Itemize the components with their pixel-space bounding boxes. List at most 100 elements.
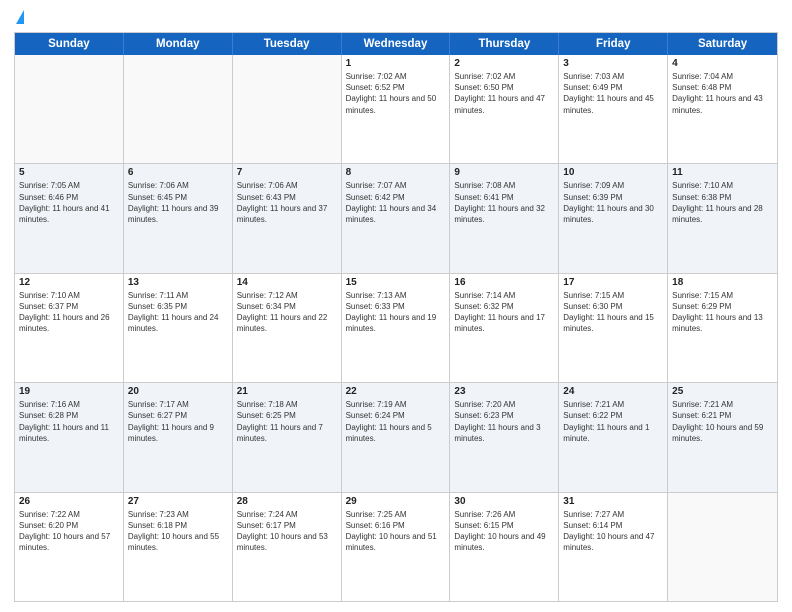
calendar-week-5: 26 Sunrise: 7:22 AMSunset: 6:20 PMDayligh…: [15, 492, 777, 601]
day-info: Sunrise: 7:24 AMSunset: 6:17 PMDaylight:…: [237, 509, 337, 554]
day-number: 26: [19, 496, 119, 507]
day-info: Sunrise: 7:15 AMSunset: 6:29 PMDaylight:…: [672, 290, 773, 335]
day-cell-3: 3 Sunrise: 7:03 AMSunset: 6:49 PMDaylight…: [559, 55, 668, 163]
day-number: 22: [346, 386, 446, 397]
day-info: Sunrise: 7:17 AMSunset: 6:27 PMDaylight:…: [128, 399, 228, 444]
day-number: 17: [563, 277, 663, 288]
day-info: Sunrise: 7:11 AMSunset: 6:35 PMDaylight:…: [128, 290, 228, 335]
day-cell-4: 4Sunrise: 7:04 AMSunset: 6:48 PMDaylight…: [668, 55, 777, 163]
day-number: 2: [454, 58, 554, 69]
day-number: 19: [19, 386, 119, 397]
day-info: Sunrise: 7:18 AMSunset: 6:25 PMDaylight:…: [237, 399, 337, 444]
logo: [14, 10, 24, 24]
day-cell-14: 14 Sunrise: 7:12 AMSunset: 6:34 PMDayligh…: [233, 274, 342, 382]
day-info: Sunrise: 7:07 AMSunset: 6:42 PMDaylight:…: [346, 180, 446, 225]
day-cell-30: 30 Sunrise: 7:26 AMSunset: 6:15 PMDayligh…: [450, 493, 559, 601]
day-cell-16: 16 Sunrise: 7:14 AMSunset: 6:32 PMDayligh…: [450, 274, 559, 382]
day-number: 30: [454, 496, 554, 507]
day-cell-27: 27 Sunrise: 7:23 AMSunset: 6:18 PMDayligh…: [124, 493, 233, 601]
day-info: Sunrise: 7:22 AMSunset: 6:20 PMDaylight:…: [19, 509, 119, 554]
day-cell-10: 10 Sunrise: 7:09 AMSunset: 6:39 PMDayligh…: [559, 164, 668, 272]
day-cell-23: 23Sunrise: 7:20 AMSunset: 6:23 PMDayligh…: [450, 383, 559, 491]
day-info: Sunrise: 7:21 AMSunset: 6:21 PMDaylight:…: [672, 399, 773, 444]
day-info: Sunrise: 7:21 AMSunset: 6:22 PMDaylight:…: [563, 399, 663, 444]
day-info: Sunrise: 7:10 AMSunset: 6:38 PMDaylight:…: [672, 180, 773, 225]
day-info: Sunrise: 7:12 AMSunset: 6:34 PMDaylight:…: [237, 290, 337, 335]
day-info: Sunrise: 7:19 AMSunset: 6:24 PMDaylight:…: [346, 399, 446, 444]
empty-cell: [15, 55, 124, 163]
day-number: 18: [672, 277, 773, 288]
day-number: 5: [19, 167, 119, 178]
calendar-body: 1 Sunrise: 7:02 AMSunset: 6:52 PMDaylight…: [15, 55, 777, 601]
day-cell-21: 21 Sunrise: 7:18 AMSunset: 6:25 PMDayligh…: [233, 383, 342, 491]
day-of-week-wednesday: Wednesday: [342, 33, 451, 55]
day-info: Sunrise: 7:03 AMSunset: 6:49 PMDaylight:…: [563, 71, 663, 116]
day-of-week-saturday: Saturday: [668, 33, 777, 55]
day-cell-28: 28 Sunrise: 7:24 AMSunset: 6:17 PMDayligh…: [233, 493, 342, 601]
calendar: SundayMondayTuesdayWednesdayThursdayFrid…: [14, 32, 778, 602]
day-cell-31: 31Sunrise: 7:27 AMSunset: 6:14 PMDayligh…: [559, 493, 668, 601]
calendar-week-4: 19Sunrise: 7:16 AMSunset: 6:28 PMDayligh…: [15, 382, 777, 491]
day-info: Sunrise: 7:04 AMSunset: 6:48 PMDaylight:…: [672, 71, 773, 116]
day-cell-29: 29Sunrise: 7:25 AMSunset: 6:16 PMDayligh…: [342, 493, 451, 601]
day-info: Sunrise: 7:13 AMSunset: 6:33 PMDaylight:…: [346, 290, 446, 335]
day-of-week-thursday: Thursday: [450, 33, 559, 55]
day-cell-25: 25 Sunrise: 7:21 AMSunset: 6:21 PMDayligh…: [668, 383, 777, 491]
day-info: Sunrise: 7:02 AMSunset: 6:50 PMDaylight:…: [454, 71, 554, 116]
day-number: 8: [346, 167, 446, 178]
day-info: Sunrise: 7:23 AMSunset: 6:18 PMDaylight:…: [128, 509, 228, 554]
calendar-week-1: 1 Sunrise: 7:02 AMSunset: 6:52 PMDaylight…: [15, 55, 777, 163]
day-number: 11: [672, 167, 773, 178]
day-info: Sunrise: 7:26 AMSunset: 6:15 PMDaylight:…: [454, 509, 554, 554]
day-info: Sunrise: 7:06 AMSunset: 6:45 PMDaylight:…: [128, 180, 228, 225]
day-number: 10: [563, 167, 663, 178]
day-info: Sunrise: 7:10 AMSunset: 6:37 PMDaylight:…: [19, 290, 119, 335]
day-cell-11: 11 Sunrise: 7:10 AMSunset: 6:38 PMDayligh…: [668, 164, 777, 272]
day-cell-13: 13 Sunrise: 7:11 AMSunset: 6:35 PMDayligh…: [124, 274, 233, 382]
day-cell-2: 2 Sunrise: 7:02 AMSunset: 6:50 PMDaylight…: [450, 55, 559, 163]
day-cell-15: 15 Sunrise: 7:13 AMSunset: 6:33 PMDayligh…: [342, 274, 451, 382]
day-number: 27: [128, 496, 228, 507]
day-number: 9: [454, 167, 554, 178]
day-info: Sunrise: 7:14 AMSunset: 6:32 PMDaylight:…: [454, 290, 554, 335]
day-number: 23: [454, 386, 554, 397]
day-cell-1: 1 Sunrise: 7:02 AMSunset: 6:52 PMDaylight…: [342, 55, 451, 163]
day-number: 7: [237, 167, 337, 178]
day-of-week-tuesday: Tuesday: [233, 33, 342, 55]
day-number: 25: [672, 386, 773, 397]
day-cell-12: 12Sunrise: 7:10 AMSunset: 6:37 PMDayligh…: [15, 274, 124, 382]
day-of-week-friday: Friday: [559, 33, 668, 55]
day-number: 15: [346, 277, 446, 288]
day-number: 16: [454, 277, 554, 288]
day-number: 21: [237, 386, 337, 397]
day-number: 13: [128, 277, 228, 288]
header: [14, 10, 778, 24]
day-cell-17: 17 Sunrise: 7:15 AMSunset: 6:30 PMDayligh…: [559, 274, 668, 382]
day-number: 3: [563, 58, 663, 69]
day-cell-18: 18 Sunrise: 7:15 AMSunset: 6:29 PMDayligh…: [668, 274, 777, 382]
day-cell-6: 6 Sunrise: 7:06 AMSunset: 6:45 PMDaylight…: [124, 164, 233, 272]
day-cell-20: 20Sunrise: 7:17 AMSunset: 6:27 PMDayligh…: [124, 383, 233, 491]
day-info: Sunrise: 7:09 AMSunset: 6:39 PMDaylight:…: [563, 180, 663, 225]
empty-cell: [668, 493, 777, 601]
day-number: 1: [346, 58, 446, 69]
calendar-week-2: 5Sunrise: 7:05 AMSunset: 6:46 PMDaylight…: [15, 163, 777, 272]
day-number: 28: [237, 496, 337, 507]
day-cell-8: 8 Sunrise: 7:07 AMSunset: 6:42 PMDaylight…: [342, 164, 451, 272]
day-cell-24: 24 Sunrise: 7:21 AMSunset: 6:22 PMDayligh…: [559, 383, 668, 491]
logo-triangle-icon: [16, 10, 24, 24]
calendar-header: SundayMondayTuesdayWednesdayThursdayFrid…: [15, 33, 777, 55]
page: SundayMondayTuesdayWednesdayThursdayFrid…: [0, 0, 792, 612]
day-info: Sunrise: 7:27 AMSunset: 6:14 PMDaylight:…: [563, 509, 663, 554]
day-cell-5: 5Sunrise: 7:05 AMSunset: 6:46 PMDaylight…: [15, 164, 124, 272]
day-info: Sunrise: 7:15 AMSunset: 6:30 PMDaylight:…: [563, 290, 663, 335]
empty-cell: [233, 55, 342, 163]
day-number: 29: [346, 496, 446, 507]
day-cell-7: 7Sunrise: 7:06 AMSunset: 6:43 PMDaylight…: [233, 164, 342, 272]
day-number: 24: [563, 386, 663, 397]
day-cell-26: 26 Sunrise: 7:22 AMSunset: 6:20 PMDayligh…: [15, 493, 124, 601]
empty-cell: [124, 55, 233, 163]
day-number: 6: [128, 167, 228, 178]
day-number: 14: [237, 277, 337, 288]
day-info: Sunrise: 7:02 AMSunset: 6:52 PMDaylight:…: [346, 71, 446, 116]
